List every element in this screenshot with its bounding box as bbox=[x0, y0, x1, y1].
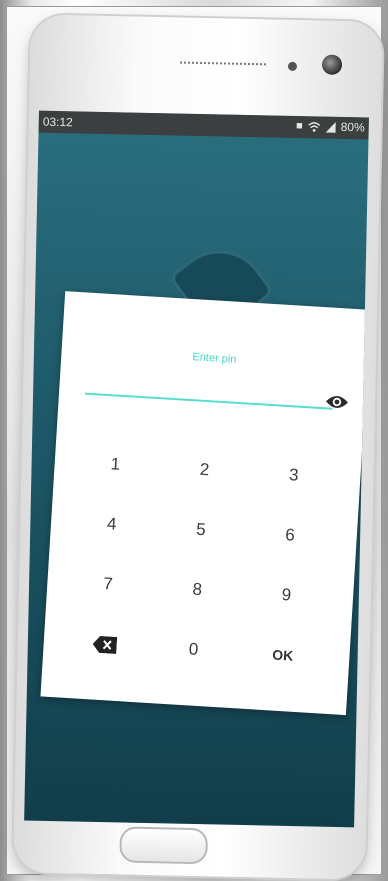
key-2[interactable]: 2 bbox=[158, 437, 251, 502]
pin-keypad: 1 2 3 4 5 6 7 8 9 0 OK bbox=[58, 432, 340, 688]
wifi-icon bbox=[308, 121, 321, 132]
home-button[interactable] bbox=[119, 826, 209, 865]
key-8[interactable]: 8 bbox=[151, 557, 244, 622]
phone-body: 03:12 ■ 80% Enter pin 1 2 3 4 5 6 7 8 9 … bbox=[13, 14, 383, 880]
key-1[interactable]: 1 bbox=[69, 432, 162, 497]
key-5[interactable]: 5 bbox=[154, 497, 247, 562]
key-7[interactable]: 7 bbox=[62, 552, 155, 617]
key-9[interactable]: 9 bbox=[240, 563, 333, 628]
key-4[interactable]: 4 bbox=[65, 492, 158, 557]
proximity-sensor bbox=[287, 61, 298, 71]
battery-percent: 80% bbox=[340, 119, 365, 135]
backspace-key[interactable] bbox=[58, 612, 151, 677]
signal-icon bbox=[325, 121, 336, 133]
earpiece-speaker bbox=[179, 61, 267, 69]
key-3[interactable]: 3 bbox=[247, 443, 340, 508]
status-icons: ■ 80% bbox=[295, 119, 365, 135]
backspace-icon bbox=[92, 635, 117, 654]
pin-input-underline[interactable] bbox=[84, 392, 333, 410]
ok-button[interactable]: OK bbox=[236, 622, 329, 687]
status-bar: 03:12 ■ 80% bbox=[38, 110, 369, 140]
key-6[interactable]: 6 bbox=[244, 503, 337, 568]
pin-title: Enter pin bbox=[192, 351, 237, 366]
status-time: 03:12 bbox=[42, 114, 73, 130]
phone-screen: 03:12 ■ 80% Enter pin 1 2 3 4 5 6 7 8 9 … bbox=[24, 110, 369, 828]
pin-dialog: Enter pin 1 2 3 4 5 6 7 8 9 0 OK bbox=[40, 291, 369, 716]
front-camera bbox=[321, 54, 343, 75]
notification-icon: ■ bbox=[295, 119, 303, 133]
key-0[interactable]: 0 bbox=[147, 617, 240, 682]
